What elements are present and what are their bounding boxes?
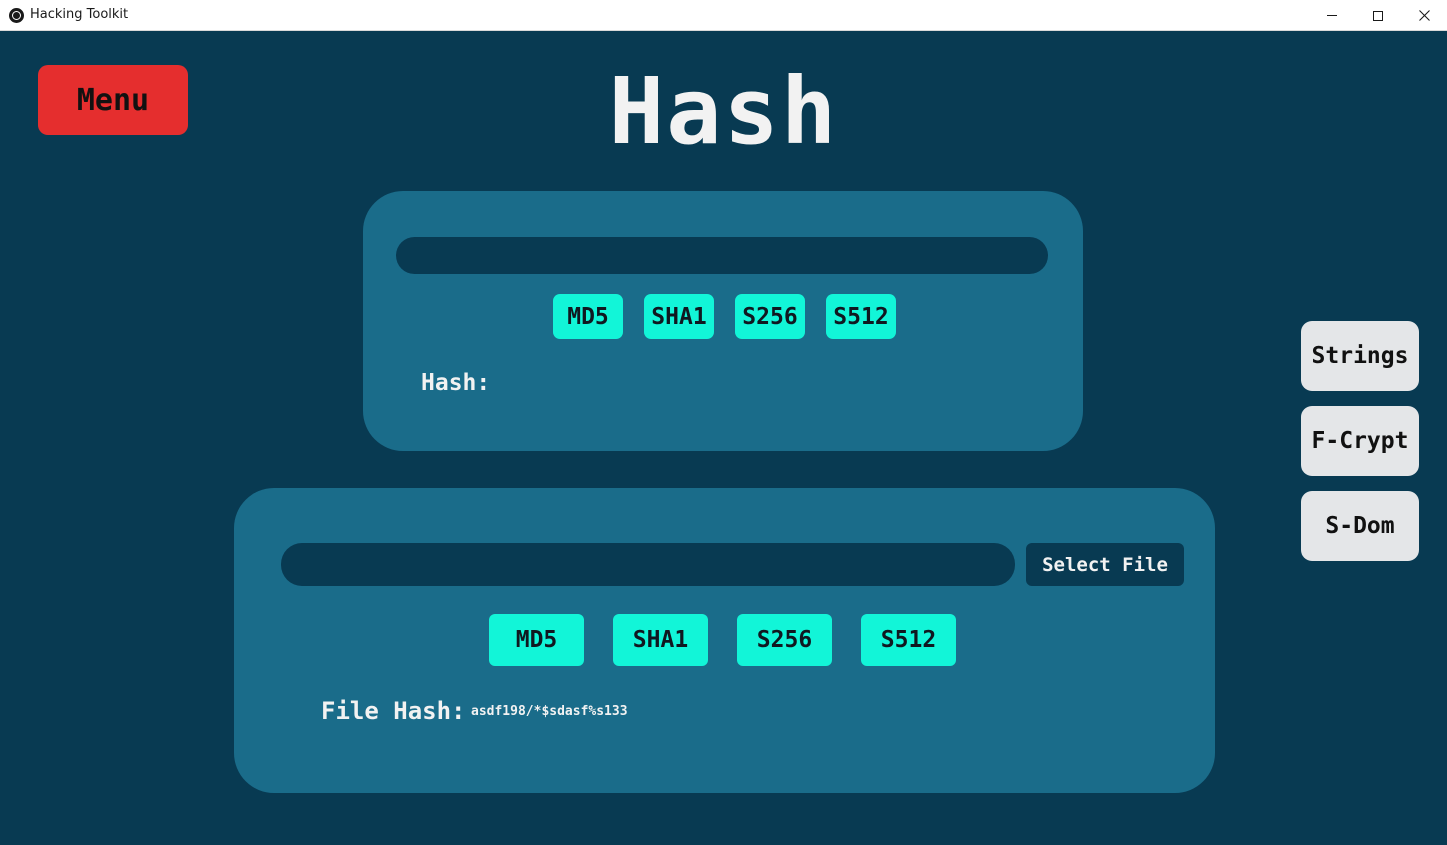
- minimize-button[interactable]: [1309, 0, 1355, 31]
- app-icon: [9, 8, 24, 23]
- window-title: Hacking Toolkit: [30, 7, 129, 22]
- text-hash-input[interactable]: [396, 237, 1048, 274]
- sha1-button[interactable]: SHA1: [644, 294, 714, 339]
- file-md5-button[interactable]: MD5: [489, 614, 584, 666]
- window-titlebar: Hacking Toolkit: [0, 0, 1447, 31]
- file-hash-panel: [234, 488, 1215, 793]
- minimize-icon: [1327, 15, 1337, 16]
- text-hash-panel: [363, 191, 1083, 451]
- f-crypt-button[interactable]: F-Crypt: [1301, 406, 1419, 476]
- close-button[interactable]: [1401, 0, 1447, 31]
- hash-result-label: Hash:: [421, 370, 491, 396]
- close-icon: [1418, 10, 1430, 21]
- file-sha512-button[interactable]: S512: [861, 614, 956, 666]
- sha256-button[interactable]: S256: [735, 294, 805, 339]
- file-sha1-button[interactable]: SHA1: [613, 614, 708, 666]
- sha512-button[interactable]: S512: [826, 294, 896, 339]
- s-dom-button[interactable]: S-Dom: [1301, 491, 1419, 561]
- select-file-button[interactable]: Select File: [1026, 543, 1184, 586]
- file-hash-value: asdf198/*$sdasf%s133: [471, 704, 628, 719]
- strings-button[interactable]: Strings: [1301, 321, 1419, 391]
- maximize-icon: [1373, 10, 1383, 21]
- md5-button[interactable]: MD5: [553, 294, 623, 339]
- file-path-input[interactable]: [281, 543, 1015, 586]
- file-hash-label: File Hash:: [321, 697, 466, 725]
- page-title: Hash: [608, 58, 839, 165]
- file-sha256-button[interactable]: S256: [737, 614, 832, 666]
- maximize-button[interactable]: [1355, 0, 1401, 31]
